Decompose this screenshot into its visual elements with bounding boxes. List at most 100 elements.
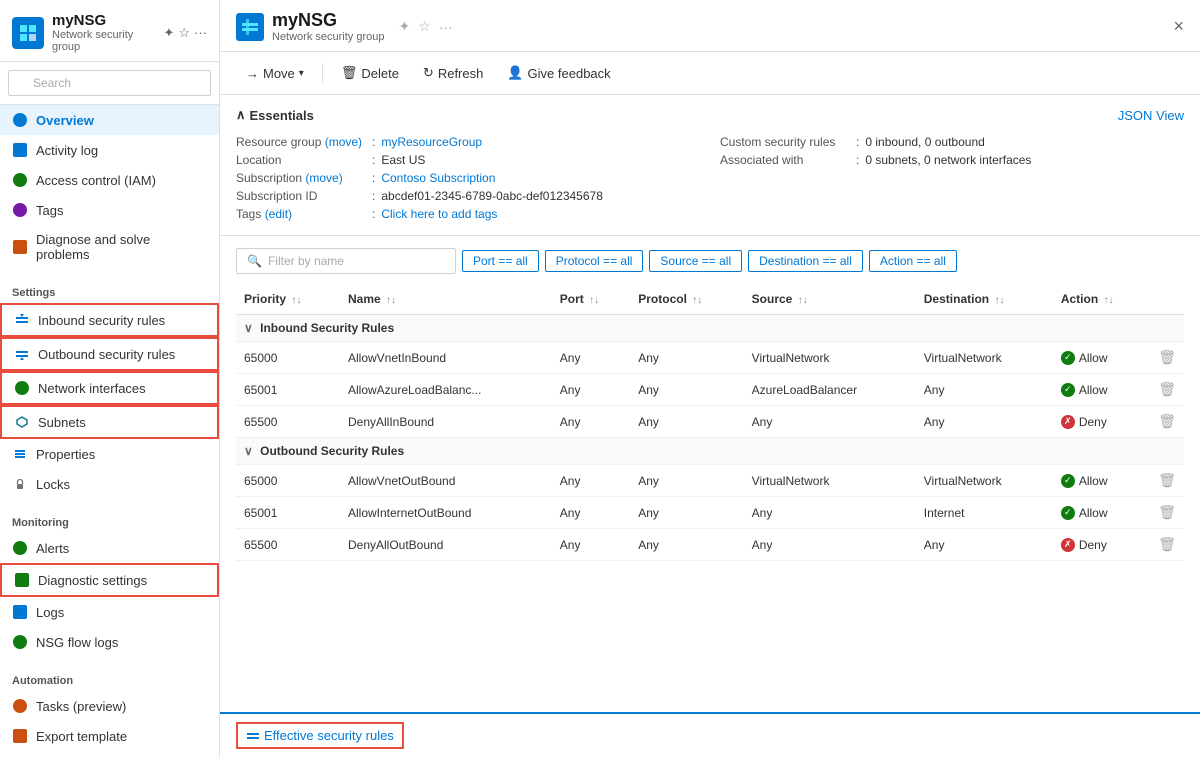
logs-icon [12, 604, 28, 620]
json-view-link[interactable]: JSON View [1118, 108, 1184, 123]
sidebar-item-diagnose[interactable]: Diagnose and solve problems [0, 225, 219, 269]
sidebar-item-overview[interactable]: Overview [0, 105, 219, 135]
delete-button[interactable]: 🗑 Delete [331, 60, 409, 86]
sort-port-icon: ↑↓ [589, 295, 599, 306]
sidebar-item-subnets[interactable]: Subnets [0, 405, 219, 439]
feedback-button[interactable]: 👤 Give feedback [497, 60, 620, 86]
filter-chip-protocol[interactable]: Protocol == all [545, 250, 644, 272]
title-star-icon[interactable]: ☆ [418, 18, 431, 35]
delete-row-icon[interactable]: 🗑 [1158, 472, 1176, 488]
filter-chip-destination[interactable]: Destination == all [748, 250, 863, 272]
cell-priority: 65000 [236, 342, 340, 374]
sidebar-item-activity-log[interactable]: Activity log [0, 135, 219, 165]
outbound-toggle[interactable]: ∨ [244, 444, 253, 458]
delete-row-icon[interactable]: 🗑 [1158, 349, 1176, 365]
filter-chip-port[interactable]: Port == all [462, 250, 539, 272]
sidebar-item-logs[interactable]: Logs [0, 597, 219, 627]
overview-icon [12, 112, 28, 128]
move-button[interactable]: → Move ▾ [236, 61, 314, 86]
filter-chip-action[interactable]: Action == all [869, 250, 957, 272]
col-priority[interactable]: Priority ↑↓ [236, 284, 340, 315]
cell-destination: Any [916, 406, 1053, 438]
title-left: myNSG Network security group ✦ ☆ ··· [236, 10, 453, 43]
sidebar-item-access-control[interactable]: Access control (IAM) [0, 165, 219, 195]
app-logo [12, 17, 44, 49]
section-title-settings: Settings [0, 277, 219, 303]
subscription-value[interactable]: Contoso Subscription [381, 171, 495, 185]
resource-group-value[interactable]: myResourceGroup [381, 135, 482, 149]
deny-icon: ✗ [1061, 415, 1075, 429]
inbound-toggle[interactable]: ∨ [244, 321, 253, 335]
cell-action: ✓Allow [1053, 374, 1150, 406]
refresh-icon: ↻ [423, 65, 434, 81]
col-destination[interactable]: Destination ↑↓ [916, 284, 1053, 315]
cell-port: Any [552, 529, 630, 561]
cell-source: VirtualNetwork [744, 465, 916, 497]
delete-row-icon[interactable]: 🗑 [1158, 381, 1176, 397]
sidebar-item-properties[interactable]: Properties [0, 439, 219, 469]
sidebar-header-icons[interactable]: ✦ ☆ ··· [163, 25, 207, 41]
table-header-row: Priority ↑↓ Name ↑↓ Port ↑↓ Protocol ↑↓ … [236, 284, 1184, 315]
filter-placeholder: Filter by name [268, 254, 344, 268]
sidebar-item-export-template[interactable]: Export template [0, 721, 219, 751]
properties-icon [12, 446, 28, 462]
app-subtitle: Network security group [52, 29, 155, 53]
network-icon [14, 380, 30, 396]
cell-source: VirtualNetwork [744, 342, 916, 374]
cell-port: Any [552, 342, 630, 374]
nav-label-export-template: Export template [36, 729, 127, 744]
essentials-title[interactable]: ∧ Essentials [236, 107, 314, 123]
tags-value[interactable]: Click here to add tags [381, 207, 497, 221]
nav-label-subnets: Subnets [38, 415, 86, 430]
star-icon[interactable]: ☆ [178, 25, 190, 41]
effective-security-rules-link[interactable]: Effective security rules [236, 722, 404, 749]
sidebar-item-locks[interactable]: Locks [0, 469, 219, 499]
nav-label-properties: Properties [36, 447, 95, 462]
search-input[interactable] [8, 70, 211, 96]
title-pin-icon[interactable]: ✦ [399, 18, 411, 35]
sort-protocol-icon: ↑↓ [692, 295, 702, 306]
col-action[interactable]: Action ↑↓ [1053, 284, 1150, 315]
cell-protocol: Any [630, 529, 743, 561]
sidebar-item-outbound[interactable]: Outbound security rules [0, 337, 219, 371]
activity-icon [12, 142, 28, 158]
sidebar-item-network-interfaces[interactable]: Network interfaces [0, 371, 219, 405]
ess-row-tags: Tags (edit) : Click here to add tags [236, 205, 700, 223]
allow-icon: ✓ [1061, 351, 1075, 365]
move-dropdown-icon: ▾ [299, 68, 304, 79]
nav-label-diagnostic-settings: Diagnostic settings [38, 573, 147, 588]
sidebar-item-alerts[interactable]: Alerts [0, 533, 219, 563]
col-source[interactable]: Source ↑↓ [744, 284, 916, 315]
title-more-icon[interactable]: ··· [439, 19, 453, 35]
close-button[interactable]: × [1173, 16, 1184, 37]
sidebar-header: myNSG Network security group ✦ ☆ ··· [0, 0, 219, 62]
subscription-move-link[interactable]: (move) [305, 171, 342, 185]
sidebar-item-diagnostic-settings[interactable]: Diagnostic settings [0, 563, 219, 597]
sidebar-item-tags[interactable]: Tags [0, 195, 219, 225]
col-protocol[interactable]: Protocol ↑↓ [630, 284, 743, 315]
filter-input-container[interactable]: 🔍 Filter by name [236, 248, 456, 274]
pin-icon[interactable]: ✦ [163, 25, 174, 41]
col-port[interactable]: Port ↑↓ [552, 284, 630, 315]
col-name[interactable]: Name ↑↓ [340, 284, 552, 315]
nsgflow-icon [12, 634, 28, 650]
cell-protocol: Any [630, 465, 743, 497]
more-icon[interactable]: ··· [194, 25, 207, 41]
resource-group-move-link[interactable]: (move) [325, 135, 362, 149]
sort-name-icon: ↑↓ [386, 295, 396, 306]
delete-row-icon[interactable]: 🗑 [1158, 536, 1176, 552]
cell-destination: Any [916, 529, 1053, 561]
allow-icon: ✓ [1061, 383, 1075, 397]
sidebar-item-inbound[interactable]: Inbound security rules [0, 303, 219, 337]
tags-edit-link[interactable]: (edit) [265, 207, 292, 221]
resource-icon [236, 13, 264, 41]
delete-row-icon[interactable]: 🗑 [1158, 504, 1176, 520]
filter-chip-source[interactable]: Source == all [649, 250, 742, 272]
delete-row-icon[interactable]: 🗑 [1158, 413, 1176, 429]
essentials-grid: Resource group (move) : myResourceGroup … [236, 133, 1184, 223]
refresh-button[interactable]: ↻ Refresh [413, 60, 493, 86]
iam-icon [12, 172, 28, 188]
cell-priority: 65001 [236, 497, 340, 529]
sidebar-item-nsg-flow-logs[interactable]: NSG flow logs [0, 627, 219, 657]
sidebar-item-tasks[interactable]: Tasks (preview) [0, 691, 219, 721]
